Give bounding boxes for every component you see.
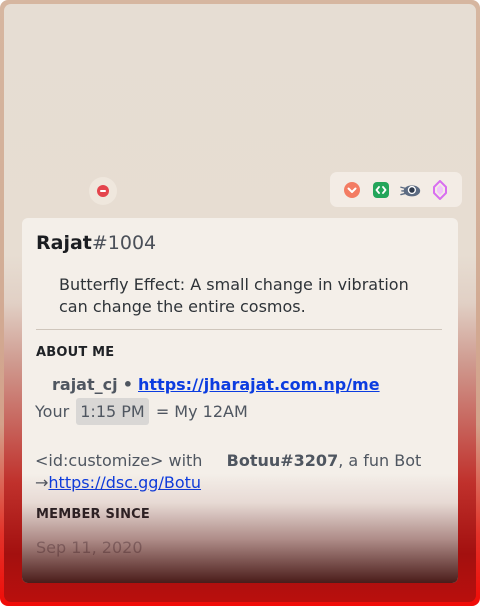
status-indicator[interactable] bbox=[89, 177, 117, 205]
profile-popout-frame: Rajat#1004 Butterfly Effect: A small cha… bbox=[0, 0, 480, 606]
do-not-disturb-icon bbox=[97, 185, 109, 197]
about-me-header: ABOUT ME bbox=[36, 345, 115, 360]
custom-status: Butterfly Effect: A small change in vibr… bbox=[59, 275, 409, 316]
username-text: Rajat bbox=[36, 232, 92, 254]
timestamp[interactable]: 1:15 PM bbox=[76, 398, 149, 425]
member-since-date: Sep 11, 2020 bbox=[36, 538, 143, 557]
about-line-link: →https://dsc.gg/Botu bbox=[35, 473, 201, 492]
active-developer-icon[interactable] bbox=[370, 179, 392, 201]
discriminator: #1004 bbox=[91, 232, 157, 254]
website-link[interactable]: https://jharajat.com.np/me bbox=[138, 375, 380, 394]
hypesquad-brilliance-icon[interactable] bbox=[341, 179, 363, 201]
bot-invite-link[interactable]: https://dsc.gg/Botu bbox=[48, 473, 201, 492]
customize-tag: <id:customize> with bbox=[35, 451, 203, 470]
badge-list bbox=[330, 172, 462, 207]
about-line-time: Your 1:15 PM = My 12AM bbox=[35, 398, 248, 425]
member-since-header: MEMBER SINCE bbox=[36, 507, 150, 522]
nitro-boost-icon[interactable] bbox=[429, 179, 451, 201]
handle-text: rajat_cj bbox=[52, 375, 118, 394]
bullet-separator: • bbox=[122, 375, 133, 394]
bot-name[interactable]: Botuu#3207 bbox=[227, 451, 339, 470]
time-prefix: Your bbox=[35, 402, 70, 421]
about-line-handle: rajat_cj • https://jharajat.com.np/me bbox=[52, 375, 380, 394]
profile-body: Rajat#1004 Butterfly Effect: A small cha… bbox=[22, 218, 458, 583]
about-line-bot: <id:customize> with Botuu#3207, a fun Bo… bbox=[35, 451, 421, 470]
early-supporter-icon[interactable] bbox=[399, 179, 422, 201]
time-suffix: = My 12AM bbox=[155, 402, 248, 421]
arrow-icon: → bbox=[35, 473, 49, 492]
divider bbox=[36, 329, 442, 330]
username[interactable]: Rajat#1004 bbox=[36, 232, 156, 254]
bot-description: , a fun Bot bbox=[338, 451, 422, 470]
